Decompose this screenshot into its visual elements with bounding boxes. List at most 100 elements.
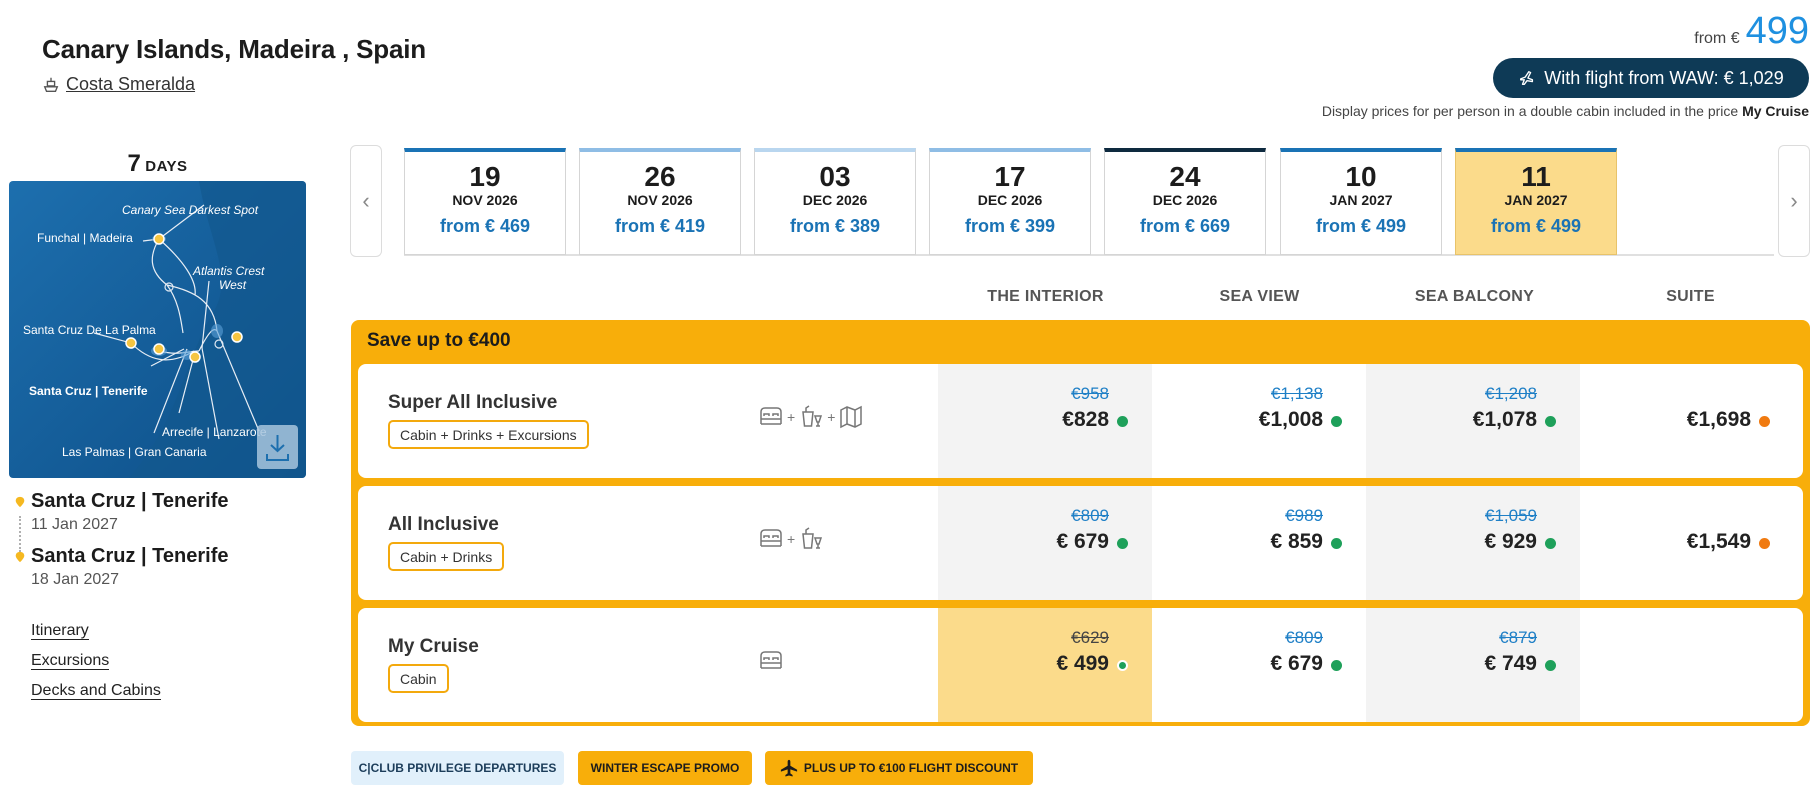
current-price: € 749 — [1484, 652, 1537, 675]
price-cell-sea-view[interactable]: €1,138 €1,008 — [1152, 364, 1366, 478]
availability-dot — [1331, 538, 1342, 549]
club-privilege-badge: C|CLUB PRIVILEGE DEPARTURES — [351, 751, 564, 785]
plane-icon — [780, 759, 797, 777]
price-cell-suite[interactable]: €1,549 — [1580, 486, 1794, 600]
date-card[interactable]: 11 JAN 2027 from € 499 — [1455, 148, 1617, 255]
package-icons — [758, 648, 784, 674]
with-flight-label: With flight from WAW: € 1,029 — [1544, 67, 1784, 88]
current-price: € 929 — [1484, 530, 1537, 553]
date-day: 17 — [994, 161, 1026, 192]
plane-icon — [1520, 71, 1534, 85]
old-price: €629 — [1071, 628, 1109, 647]
date-month: JAN 2027 — [1504, 192, 1568, 208]
old-price: €1,138 — [1271, 384, 1323, 403]
date-day: 11 — [1521, 161, 1551, 192]
date-month: DEC 2026 — [802, 192, 868, 208]
map-label-atlantis-2: West — [219, 278, 247, 292]
page-title: Canary Islands, Madeira , Spain — [42, 34, 426, 64]
date-card[interactable]: 03 DEC 2026 from € 389 — [754, 148, 916, 255]
price-cell-suite[interactable]: €1,698 — [1580, 364, 1794, 478]
from-price: from € 499 — [1694, 10, 1809, 53]
itinerary-map[interactable]: Canary Sea Darkest Spot Funchal | Madeir… — [9, 181, 306, 478]
date-card[interactable]: 19 NOV 2026 from € 469 — [404, 148, 566, 255]
date-card[interactable]: 17 DEC 2026 from € 399 — [929, 148, 1091, 255]
price-cell-suite — [1580, 608, 1794, 722]
from-price-amount: 499 — [1745, 10, 1809, 52]
link-itinerary[interactable]: Itinerary — [31, 622, 89, 640]
date-day: 03 — [819, 161, 851, 192]
date-card[interactable]: 10 JAN 2027 from € 499 — [1280, 148, 1442, 255]
save-title: Save up to €400 — [367, 330, 511, 351]
availability-dot — [1117, 660, 1128, 671]
package-row-my-cruise[interactable]: €629 € 499 €809 € 679 €879 € 749 My Crui… — [358, 608, 1803, 722]
bed-icon — [760, 407, 782, 425]
display-note-text: Display prices for per person in a doubl… — [1321, 103, 1739, 119]
cabin-header-sea-view: SEA VIEW — [1219, 288, 1300, 305]
from-price-label: from € — [1694, 30, 1740, 47]
date-month: NOV 2026 — [452, 192, 518, 208]
link-excursions[interactable]: Excursions — [31, 652, 110, 670]
current-price: €1,698 — [1686, 408, 1751, 431]
price-cell-sea-balcony[interactable]: €1,059 € 929 — [1366, 486, 1580, 600]
package-tag: Cabin — [388, 664, 449, 693]
map-label-tenerife: Santa Cruz | Tenerife — [29, 384, 148, 398]
package-row-all-inclusive[interactable]: €809 € 679 €989 € 859 €1,059 € 929 €1,54… — [358, 486, 1803, 600]
package-icons: + + — [758, 404, 864, 430]
price-cell-sea-balcony[interactable]: €879 € 749 — [1366, 608, 1580, 722]
save-panel: Save up to €400 €958 €828 €1,138 €1,008 … — [351, 320, 1810, 726]
flight-discount-label: PLUS UP TO €100 FLIGHT DISCOUNT — [803, 761, 1019, 775]
old-price: €879 — [1499, 628, 1537, 647]
days-number: 7 — [127, 150, 141, 177]
start-port-date: 11 Jan 2027 — [31, 516, 118, 533]
price-cell-interior[interactable]: €629 € 499 — [938, 608, 1152, 722]
map-label-arrecife: Arrecife | Lanzarote — [162, 425, 267, 439]
carousel-prev-button[interactable]: ‹ — [350, 145, 382, 257]
price-cell-sea-balcony[interactable]: €1,208 €1,078 — [1366, 364, 1580, 478]
map-label-santa-cruz-palma: Santa Cruz De La Palma — [23, 323, 156, 337]
cabin-header-suite: SUITE — [1666, 288, 1715, 305]
date-card[interactable]: 24 DEC 2026 from € 669 — [1104, 148, 1266, 255]
price-cell-sea-view[interactable]: €809 € 679 — [1152, 608, 1366, 722]
date-day: 19 — [469, 161, 501, 192]
link-decks-cabins[interactable]: Decks and Cabins — [31, 682, 161, 700]
package-tag: Cabin + Drinks — [388, 542, 505, 571]
availability-dot — [1117, 538, 1128, 549]
pin-icon — [15, 496, 25, 508]
date-price: from € 669 — [1139, 216, 1231, 236]
price-cell-sea-view[interactable]: €989 € 859 — [1152, 486, 1366, 600]
end-port-date: 18 Jan 2027 — [31, 571, 120, 588]
plus-sign: + — [827, 409, 836, 425]
end-port-name: Santa Cruz | Tenerife — [31, 545, 229, 567]
availability-dot — [1331, 660, 1342, 671]
date-price: from € 499 — [1490, 216, 1582, 236]
drinks-icon — [802, 527, 823, 549]
date-price: from € 419 — [614, 216, 706, 236]
current-price: €1,008 — [1258, 408, 1323, 431]
package-name: All Inclusive — [388, 514, 499, 535]
price-cell-interior[interactable]: €958 €828 — [938, 364, 1152, 478]
bed-icon — [760, 651, 782, 669]
package-row-super-all-inclusive[interactable]: €958 €828 €1,138 €1,008 €1,208 €1,078 €1… — [358, 364, 1803, 478]
package-name: Super All Inclusive — [388, 392, 558, 413]
ship-link[interactable]: Costa Smeralda — [42, 74, 195, 95]
with-flight-button[interactable]: With flight from WAW: € 1,029 — [1493, 58, 1809, 98]
date-card[interactable]: 26 NOV 2026 from € 419 — [579, 148, 741, 255]
map-icon — [840, 405, 863, 429]
old-price: €958 — [1071, 384, 1109, 403]
old-price: €989 — [1285, 506, 1323, 525]
carousel-next-button[interactable]: › — [1778, 145, 1810, 257]
map-label-canary: Canary Sea Darkest Spot — [122, 203, 259, 217]
availability-dot — [1331, 416, 1342, 427]
display-note-bold: My Cruise — [1742, 103, 1809, 119]
display-note: Display prices for per person in a doubl… — [1322, 103, 1809, 119]
map-label-atlantis: Atlantis Crest — [192, 264, 265, 278]
availability-dot — [1759, 538, 1770, 549]
winter-escape-badge: WINTER ESCAPE PROMO — [578, 751, 752, 785]
current-price: € 679 — [1270, 652, 1323, 675]
current-price: € 499 — [1056, 652, 1109, 675]
bed-icon — [760, 529, 782, 547]
old-price: €1,059 — [1485, 506, 1537, 525]
availability-dot — [1545, 416, 1556, 427]
price-cell-interior[interactable]: €809 € 679 — [938, 486, 1152, 600]
map-download-button[interactable] — [257, 425, 298, 469]
